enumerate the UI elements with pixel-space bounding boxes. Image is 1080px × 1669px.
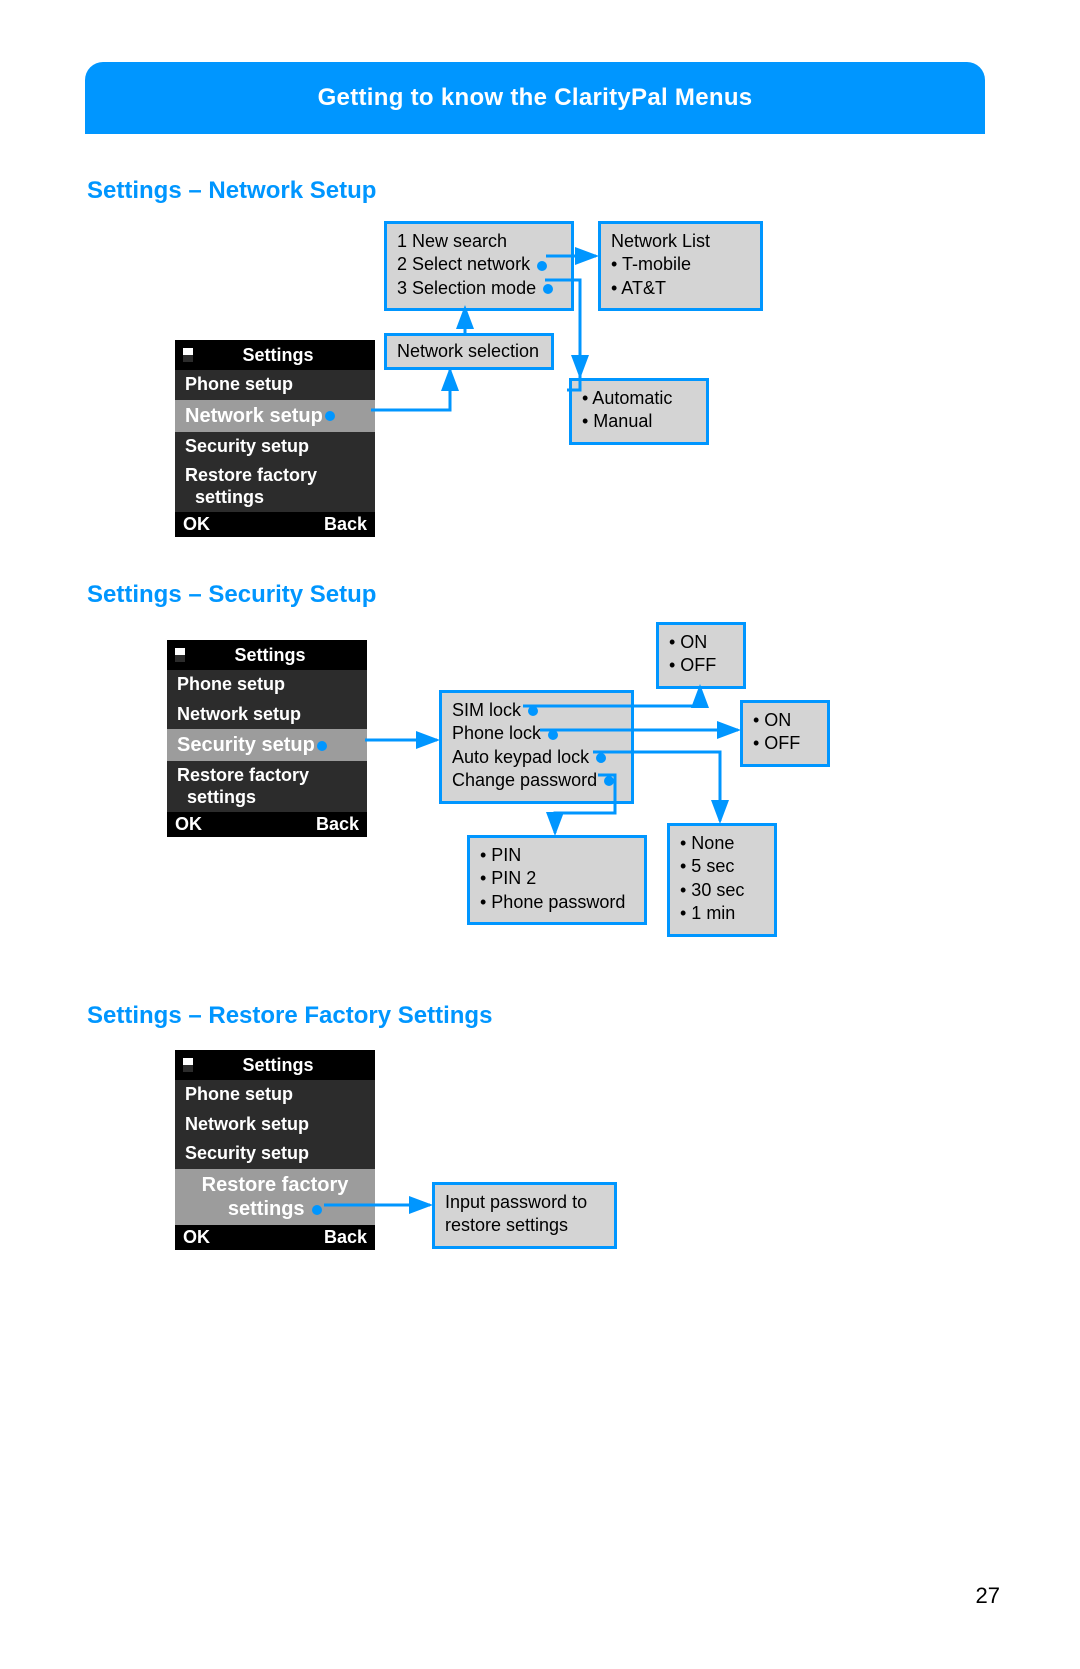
phone-item[interactable]: Network setup — [167, 700, 367, 730]
connector-dot — [548, 730, 558, 740]
list-item[interactable]: • OFF — [753, 732, 817, 755]
softkey-back[interactable]: Back — [324, 514, 367, 535]
network-list-box: Network List • T-mobile • AT&T — [598, 221, 763, 311]
phone-item[interactable]: Phone setup — [167, 670, 367, 700]
connector-dot — [537, 261, 547, 271]
connector-dot — [543, 284, 553, 294]
submenu-box: 1 New search 2 Select network 3 Selectio… — [384, 221, 574, 311]
phone-screen: Settings Phone setup Network setup Secur… — [175, 340, 375, 537]
battery-icon — [175, 648, 185, 662]
list-item[interactable]: • PIN 2 — [480, 867, 634, 890]
phone-header: Settings — [175, 340, 375, 370]
list-item[interactable]: • 30 sec — [680, 879, 764, 902]
box-title: Network List — [611, 230, 750, 253]
connector-dot — [312, 1205, 322, 1215]
list-item[interactable]: • ON — [753, 709, 817, 732]
section-heading-security: Settings – Security Setup — [87, 581, 376, 609]
battery-icon — [183, 1058, 193, 1072]
phone-item-selected[interactable]: Restore factorysettings — [175, 1169, 375, 1225]
list-item[interactable]: • Manual — [582, 410, 696, 433]
section-heading-network: Settings – Network Setup — [87, 177, 376, 205]
pins-box: • PIN • PIN 2 • Phone password — [467, 835, 647, 925]
submenu-item[interactable]: 2 Select network — [397, 253, 561, 276]
submenu-item[interactable]: 3 Selection mode — [397, 277, 561, 300]
list-item[interactable]: • 1 min — [680, 902, 764, 925]
times-box: • None • 5 sec • 30 sec • 1 min — [667, 823, 777, 937]
phone-item[interactable]: Restore factory settings — [175, 461, 375, 512]
phone-title: Settings — [193, 345, 375, 366]
phone-item[interactable]: Security setup — [175, 1139, 375, 1169]
prompt-box: Input password to restore settings — [432, 1182, 617, 1249]
connector-dot — [604, 776, 614, 786]
security-menu-box: SIM lock Phone lock Auto keypad lock Cha… — [439, 690, 634, 804]
softkey-ok[interactable]: OK — [183, 1227, 210, 1248]
softkey-back[interactable]: Back — [316, 814, 359, 835]
connector-dot — [596, 753, 606, 763]
onoff-box-2: • ON • OFF — [740, 700, 830, 767]
phone-header: Settings — [175, 1050, 375, 1080]
connector-dot — [317, 741, 327, 751]
list-item[interactable]: • PIN — [480, 844, 634, 867]
phone-item-label: Network setup — [185, 405, 323, 427]
submenu-item[interactable]: Auto keypad lock — [452, 746, 621, 769]
list-item[interactable]: • Automatic — [582, 387, 696, 410]
list-item[interactable]: • T-mobile — [611, 253, 750, 276]
list-item[interactable]: • None — [680, 832, 764, 855]
phone-header: Settings — [167, 640, 367, 670]
phone-screen: Settings Phone setup Network setup Secur… — [167, 640, 367, 837]
battery-icon — [183, 348, 193, 362]
onoff-box: • ON • OFF — [656, 622, 746, 689]
list-item[interactable]: • OFF — [669, 654, 733, 677]
phone-item[interactable]: Security setup — [175, 432, 375, 462]
phone-item[interactable]: Phone setup — [175, 370, 375, 400]
phone-item-label: Security setup — [177, 734, 315, 756]
phone-screen: Settings Phone setup Network setup Secur… — [175, 1050, 375, 1250]
phone-footer: OK Back — [175, 512, 375, 537]
phone-footer: OK Back — [175, 1225, 375, 1250]
section-heading-restore: Settings – Restore Factory Settings — [87, 1002, 492, 1030]
prompt-line: restore settings — [445, 1214, 604, 1237]
phone-item[interactable]: Phone setup — [175, 1080, 375, 1110]
submenu-item[interactable]: Change password — [452, 769, 621, 792]
list-item[interactable]: • 5 sec — [680, 855, 764, 878]
phone-title: Settings — [185, 645, 367, 666]
page-number: 27 — [976, 1583, 1000, 1609]
phone-item-selected[interactable]: Security setup — [167, 729, 367, 761]
flow-arrows — [0, 0, 1080, 960]
softkey-ok[interactable]: OK — [183, 514, 210, 535]
softkey-ok[interactable]: OK — [175, 814, 202, 835]
page-banner: Getting to know the ClarityPal Menus — [85, 62, 985, 134]
phone-item[interactable]: Restore factory settings — [167, 761, 367, 812]
list-item[interactable]: • AT&T — [611, 277, 750, 300]
submenu-item[interactable]: Phone lock — [452, 722, 621, 745]
label: Network selection — [397, 340, 541, 363]
submenu-item[interactable]: 1 New search — [397, 230, 561, 253]
list-item[interactable]: • Phone password — [480, 891, 634, 914]
submenu-item[interactable]: SIM lock — [452, 699, 621, 722]
phone-item-selected[interactable]: Network setup — [175, 400, 375, 432]
phone-item[interactable]: Network setup — [175, 1110, 375, 1140]
connector-dot — [528, 706, 538, 716]
list-item[interactable]: • ON — [669, 631, 733, 654]
phone-title: Settings — [193, 1055, 375, 1076]
label-box: Network selection — [384, 333, 554, 370]
connector-dot — [325, 411, 335, 421]
prompt-line: Input password to — [445, 1191, 604, 1214]
phone-footer: OK Back — [167, 812, 367, 837]
mode-box: • Automatic • Manual — [569, 378, 709, 445]
softkey-back[interactable]: Back — [324, 1227, 367, 1248]
